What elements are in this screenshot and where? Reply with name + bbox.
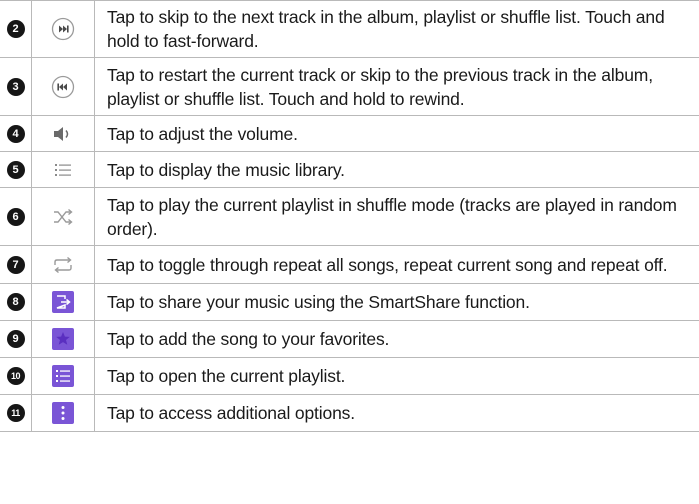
shuffle-icon <box>52 208 74 226</box>
row-description: Tap to toggle through repeat all songs, … <box>107 254 668 275</box>
row-description: Tap to open the current playlist. <box>107 366 346 386</box>
row-description: Tap to play the current playlist in shuf… <box>107 194 677 239</box>
table-row: 4 Tap to adjust the volume. <box>0 116 699 152</box>
row-number-badge: 3 <box>6 77 25 96</box>
row-number-badge: 9 <box>6 330 25 348</box>
row-number-badge: 4 <box>6 124 25 143</box>
row-description: Tap to share your music using the SmartS… <box>107 292 530 312</box>
row-description: Tap to display the music library. <box>107 159 345 180</box>
row-description: Tap to add the song to your favorites. <box>107 329 390 349</box>
row-number-badge: 6 <box>6 207 25 226</box>
table-row: 3 Tap to restart the current track or sk… <box>0 58 699 116</box>
next-track-icon <box>51 17 75 41</box>
row-number-badge: 7 <box>6 255 25 274</box>
row-description: Tap to adjust the volume. <box>107 123 298 144</box>
music-library-icon <box>54 162 72 178</box>
table-row: 9 Tap to add the song to your favorites. <box>0 321 699 358</box>
row-description: Tap to restart the current track or skip… <box>107 64 653 109</box>
icon-description-table: 2 Tap to skip to the next track in the a… <box>0 0 699 432</box>
volume-icon <box>52 125 74 143</box>
row-description: Tap to access additional options. <box>107 403 355 423</box>
more-options-icon <box>52 402 74 424</box>
smartshare-icon <box>52 291 74 313</box>
table-row: 7 Tap to toggle through repeat all songs… <box>0 246 699 284</box>
row-description: Tap to skip to the next track in the alb… <box>107 7 665 51</box>
table-row: 2 Tap to skip to the next track in the a… <box>0 0 699 58</box>
table-row: 5 Tap to display the music library. <box>0 152 699 188</box>
favorite-star-icon <box>52 328 74 350</box>
row-number-badge: 10 <box>6 367 25 385</box>
table-row: 8 Tap to share your music using the Smar… <box>0 284 699 321</box>
table-row: 11 Tap to access additional options. <box>0 395 699 432</box>
row-number-badge: 11 <box>6 404 25 422</box>
table-row: 10 Tap to open the current playlist. <box>0 358 699 395</box>
row-number-badge: 8 <box>6 293 25 311</box>
previous-track-icon <box>51 75 75 99</box>
playlist-icon <box>52 365 74 387</box>
row-number-badge: 5 <box>6 160 25 179</box>
table-row: 6 Tap to play the current playlist in sh… <box>0 188 699 246</box>
repeat-icon <box>52 256 74 274</box>
row-number-badge: 2 <box>6 20 25 38</box>
